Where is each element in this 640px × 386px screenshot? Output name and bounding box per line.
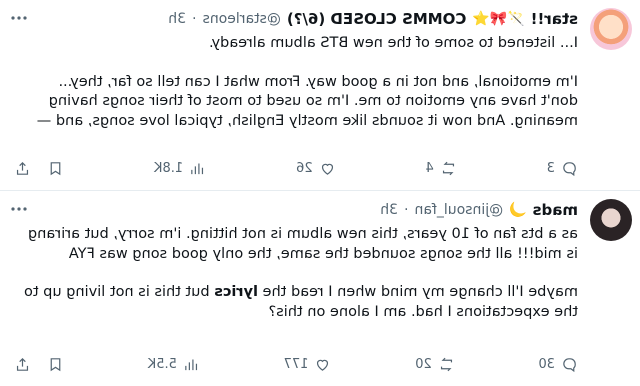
bookmark-icon <box>50 357 61 371</box>
like-button[interactable]: 26 <box>296 160 336 177</box>
share-button[interactable] <box>14 160 31 177</box>
handle[interactable]: @jinsoul_fan <box>414 202 503 218</box>
reply-count: 30 <box>538 356 555 372</box>
tweet[interactable]: mads 🌙 @jinsoul_fan · 3h as a bts fan of… <box>0 191 640 386</box>
separator-dot: · <box>404 202 409 218</box>
views-button[interactable]: 1.8K <box>154 160 206 177</box>
views-icon <box>185 359 197 370</box>
like-icon <box>317 359 329 371</box>
share-icon <box>16 357 29 371</box>
tweet-paragraph: I'm emotional, and not in a good way. Fr… <box>36 73 578 129</box>
repost-button[interactable]: 20 <box>415 356 455 373</box>
tweet[interactable]: star!! 🪄🎀⭐ COMMS CLOSED (6/?) @starleons… <box>0 0 640 190</box>
reply-button[interactable]: 3 <box>547 160 578 177</box>
like-count: 26 <box>296 160 313 176</box>
name-emojis: 🌙 <box>509 202 527 218</box>
more-icon[interactable] <box>10 197 28 216</box>
tweet-header: mads 🌙 @jinsoul_fan · 3h <box>14 199 578 221</box>
repost-button[interactable]: 4 <box>426 160 457 177</box>
action-bar: 3 4 26 1.8K <box>14 158 578 178</box>
separator-dot: · <box>192 11 197 27</box>
timestamp[interactable]: 3h <box>168 11 186 27</box>
bookmark-button[interactable] <box>47 160 64 177</box>
repost-count: 4 <box>425 160 434 176</box>
avatar[interactable] <box>590 8 632 50</box>
handle[interactable]: @starleons <box>203 11 281 27</box>
reply-button[interactable]: 30 <box>538 356 578 373</box>
reply-icon <box>563 161 576 176</box>
bookmark-button[interactable] <box>47 356 64 373</box>
tweet-text: as a bts fan of 10 years, this new album… <box>22 225 578 341</box>
display-name[interactable]: mads <box>533 201 578 219</box>
views-icon <box>191 163 204 174</box>
name-emojis: 🪄🎀⭐ <box>472 11 525 27</box>
like-count: 177 <box>283 356 309 372</box>
display-name-suffix: COMMS CLOSED (6/?) <box>286 10 467 28</box>
share-button[interactable] <box>14 356 31 373</box>
share-icon <box>16 161 29 175</box>
repost-count: 20 <box>415 356 432 372</box>
tweet-paragraph: maybe I'll change my mind when I read th… <box>24 284 578 320</box>
tweet-text: I... listened to some of the new BTS alb… <box>22 34 578 150</box>
action-bar: 30 20 177 5.5K <box>14 354 578 374</box>
tweet-header: star!! 🪄🎀⭐ COMMS CLOSED (6/?) @starleons… <box>14 8 578 30</box>
repost-icon <box>440 357 452 371</box>
timestamp[interactable]: 3h <box>380 202 398 218</box>
tweet-paragraph: as a bts fan of 10 years, this new album… <box>27 226 578 262</box>
more-icon[interactable] <box>10 6 28 25</box>
like-icon <box>321 163 333 175</box>
reply-icon <box>563 357 576 372</box>
repost-icon <box>442 161 454 175</box>
display-name[interactable]: star!! <box>531 10 578 28</box>
tweet-paragraph: I... listened to some of the new BTS alb… <box>208 35 578 51</box>
views-button[interactable]: 5.5K <box>148 356 200 373</box>
avatar[interactable] <box>590 199 632 241</box>
reply-count: 3 <box>546 160 555 176</box>
view-count: 1.8K <box>153 160 184 176</box>
like-button[interactable]: 177 <box>284 356 332 373</box>
view-count: 5.5K <box>147 356 177 372</box>
bookmark-icon <box>50 161 61 175</box>
